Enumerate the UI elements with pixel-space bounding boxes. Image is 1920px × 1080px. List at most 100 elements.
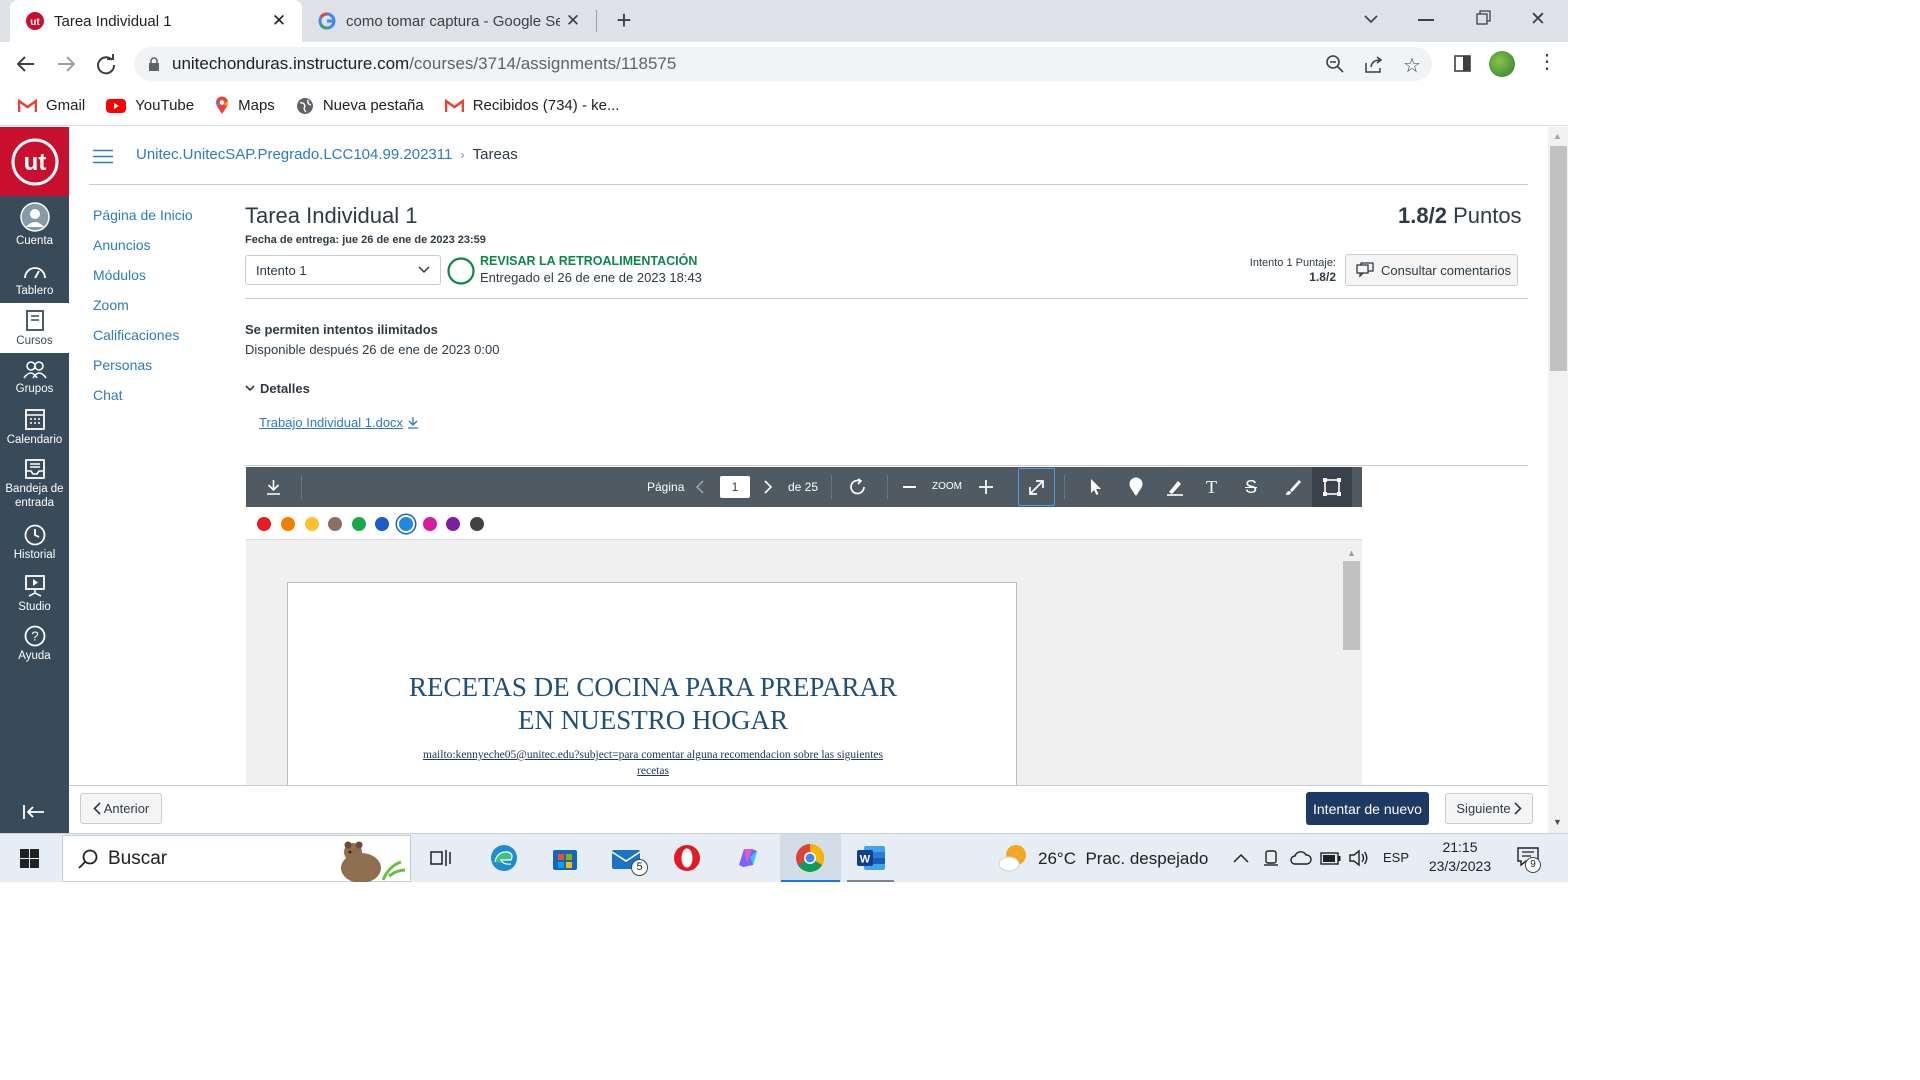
bookmark-new-tab[interactable]: Nueva pestaña bbox=[296, 97, 424, 115]
color-brown[interactable] bbox=[328, 517, 342, 531]
color-yellow[interactable] bbox=[305, 517, 319, 531]
color-red[interactable] bbox=[257, 517, 271, 531]
chrome-browser-icon[interactable] bbox=[793, 841, 827, 875]
file-download-link[interactable]: Trabajo Individual 1.docx bbox=[259, 415, 419, 430]
nav-dashboard[interactable]: Tablero bbox=[0, 262, 69, 298]
bookmark-maps[interactable]: Maps bbox=[215, 96, 275, 115]
volume-icon[interactable] bbox=[1349, 849, 1369, 867]
course-nav-chat[interactable]: Chat bbox=[93, 380, 229, 410]
back-icon[interactable] bbox=[16, 54, 36, 74]
url-field[interactable]: unitechonduras.instructure.com/courses/3… bbox=[134, 47, 1432, 81]
page-number-input[interactable]: 1 bbox=[720, 476, 750, 498]
details-toggle[interactable]: Detalles bbox=[245, 381, 310, 396]
windows-start-icon[interactable] bbox=[20, 849, 39, 868]
browser-tab[interactable]: como tomar captura - Google Se ✕ bbox=[306, 0, 596, 42]
viewer-scrollbar-thumb[interactable] bbox=[1343, 561, 1360, 650]
next-page-icon[interactable] bbox=[764, 480, 773, 494]
previous-button[interactable]: Anterior bbox=[80, 793, 162, 824]
task-view-icon[interactable] bbox=[424, 841, 458, 875]
nav-studio[interactable]: Studio bbox=[0, 574, 69, 614]
course-nav-grades[interactable]: Calificaciones bbox=[93, 320, 229, 350]
course-nav-home[interactable]: Página de Inicio bbox=[93, 200, 229, 230]
bookmark-gmail[interactable]: Gmail bbox=[18, 97, 85, 114]
close-window-icon[interactable]: ✕ bbox=[1530, 8, 1546, 31]
bookmark-star-icon[interactable]: ☆ bbox=[1403, 53, 1421, 78]
page-scrollbar-thumb[interactable] bbox=[1550, 146, 1567, 371]
freehand-tool-icon[interactable] bbox=[1284, 478, 1302, 496]
microsoft-store-icon[interactable] bbox=[548, 841, 582, 875]
color-dark-blue[interactable] bbox=[375, 517, 389, 531]
course-nav-modules[interactable]: Módulos bbox=[93, 260, 229, 290]
close-tab-icon[interactable]: ✕ bbox=[560, 11, 586, 31]
new-tab-icon[interactable]: + bbox=[610, 6, 638, 36]
bookmark-inbox[interactable]: Recibidos (734) - ke... bbox=[444, 97, 619, 114]
copilot-app-icon[interactable] bbox=[731, 841, 765, 875]
color-black[interactable] bbox=[470, 517, 484, 531]
prev-page-icon[interactable] bbox=[695, 480, 704, 494]
reload-icon[interactable] bbox=[95, 53, 117, 75]
weather-text[interactable]: 26°C Prac. despejado bbox=[1038, 849, 1208, 869]
status-title[interactable]: REVISAR LA RETROALIMENTACIÓN bbox=[480, 254, 697, 268]
hamburger-icon[interactable] bbox=[93, 149, 113, 164]
try-again-button[interactable]: Intentar de nuevo bbox=[1306, 792, 1429, 825]
tray-chevron-up-icon[interactable] bbox=[1233, 853, 1249, 863]
highlight-tool-icon[interactable] bbox=[1166, 478, 1184, 496]
zoom-out-icon[interactable] bbox=[903, 486, 916, 488]
next-button[interactable]: Siguiente bbox=[1445, 793, 1533, 824]
view-feedback-button[interactable]: Consultar comentarios bbox=[1345, 254, 1518, 286]
mail-app-icon[interactable]: 5 bbox=[609, 841, 648, 876]
nav-groups[interactable]: Grupos bbox=[0, 360, 69, 396]
taskbar-search[interactable]: Buscar bbox=[62, 835, 411, 882]
tab-search-icon[interactable] bbox=[1362, 10, 1380, 28]
bookmark-youtube[interactable]: YouTube bbox=[106, 97, 194, 114]
scroll-up-icon[interactable]: ▲ bbox=[1347, 548, 1356, 558]
color-green[interactable] bbox=[352, 517, 366, 531]
strikeout-tool-icon[interactable]: S bbox=[1245, 477, 1257, 498]
notification-icon[interactable]: 9 bbox=[1517, 847, 1541, 873]
area-tool-button[interactable] bbox=[1312, 467, 1352, 507]
nav-history[interactable]: Historial bbox=[0, 524, 69, 562]
course-nav-zoom[interactable]: Zoom bbox=[93, 290, 229, 320]
meet-now-icon[interactable] bbox=[1263, 849, 1279, 867]
close-tab-icon[interactable]: ✕ bbox=[266, 11, 292, 31]
onedrive-icon[interactable] bbox=[1290, 851, 1312, 865]
breadcrumb-course-link[interactable]: Unitec.UnitecSAP.Pregrado.LCC104.99.2023… bbox=[136, 146, 452, 163]
course-nav-people[interactable]: Personas bbox=[93, 350, 229, 380]
point-annotation-icon[interactable] bbox=[1128, 477, 1144, 497]
battery-icon[interactable] bbox=[1320, 852, 1342, 865]
course-nav-announcements[interactable]: Anuncios bbox=[93, 230, 229, 260]
menu-dots-icon[interactable]: ⋮ bbox=[1537, 52, 1557, 72]
pointer-tool-icon[interactable] bbox=[1089, 478, 1103, 496]
unitec-logo[interactable]: ut bbox=[0, 127, 69, 196]
nav-courses[interactable]: Cursos bbox=[0, 310, 69, 348]
nav-calendar[interactable]: Calendario bbox=[0, 407, 69, 447]
side-panel-icon[interactable] bbox=[1454, 55, 1471, 72]
restore-icon[interactable] bbox=[1476, 10, 1492, 26]
rotate-icon[interactable] bbox=[849, 478, 867, 496]
fullscreen-button[interactable] bbox=[1018, 468, 1055, 506]
color-orange[interactable] bbox=[281, 517, 295, 531]
scroll-down-icon[interactable]: ▼ bbox=[1553, 817, 1562, 827]
opera-browser-icon[interactable] bbox=[670, 841, 704, 875]
language-indicator[interactable]: ESP bbox=[1383, 850, 1409, 865]
attempt-select[interactable]: Intento 1 bbox=[245, 255, 441, 285]
document-mailto-link[interactable]: mailto:kennyeche05@unitec.edu?subject=pa… bbox=[288, 747, 1018, 779]
collapse-nav-icon[interactable] bbox=[23, 804, 45, 820]
nav-inbox[interactable]: Bandeja de entrada bbox=[0, 458, 69, 510]
download-icon[interactable] bbox=[266, 479, 281, 495]
edge-browser-icon[interactable] bbox=[487, 841, 521, 875]
minimize-icon[interactable] bbox=[1418, 19, 1434, 21]
scroll-up-icon[interactable]: ▲ bbox=[1553, 131, 1562, 141]
browser-tab-active[interactable]: ut Tarea Individual 1 ✕ bbox=[10, 0, 302, 42]
word-app-icon[interactable]: W bbox=[854, 841, 888, 875]
forward-icon[interactable] bbox=[56, 54, 76, 74]
profile-avatar[interactable] bbox=[1489, 51, 1515, 77]
zoom-in-icon[interactable] bbox=[979, 480, 993, 494]
text-tool-icon[interactable]: T bbox=[1206, 477, 1217, 498]
clock[interactable]: 21:15 23/3/2023 bbox=[1418, 838, 1502, 876]
color-blue-selected[interactable] bbox=[399, 517, 413, 531]
share-icon[interactable] bbox=[1365, 55, 1383, 73]
zoom-icon[interactable] bbox=[1326, 55, 1344, 73]
weather-icon[interactable] bbox=[998, 843, 1030, 873]
color-pink[interactable] bbox=[423, 517, 437, 531]
